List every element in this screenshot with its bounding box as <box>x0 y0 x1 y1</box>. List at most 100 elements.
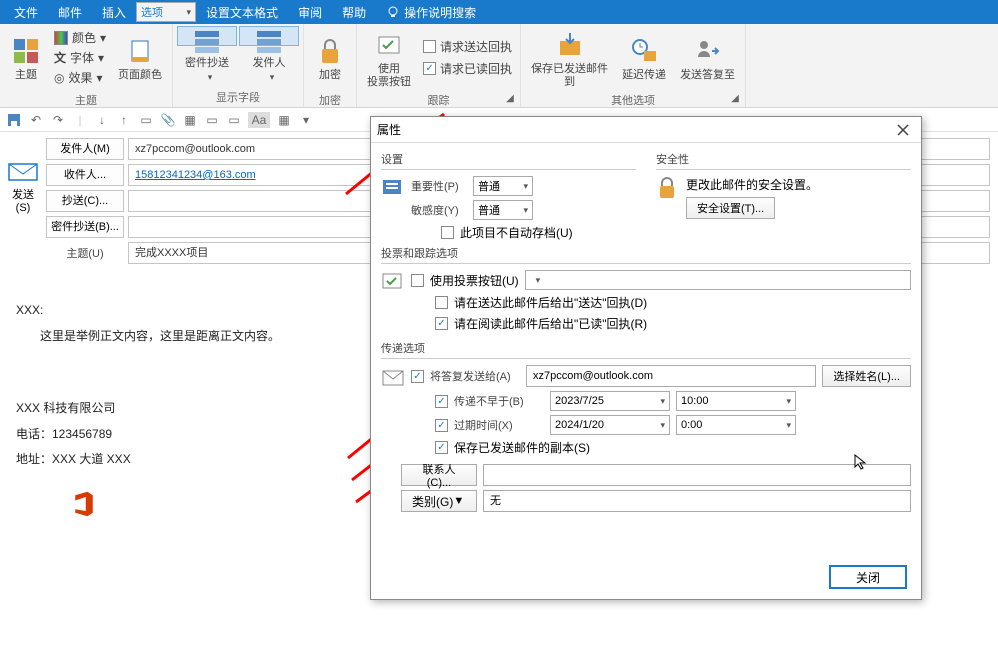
read-receipt-label: 请在阅读此邮件后给出"已读"回执(R) <box>454 315 647 332</box>
not-before-checkbox[interactable] <box>435 395 448 408</box>
dialog-close-action-button[interactable]: 关闭 <box>829 565 907 589</box>
colors-icon <box>54 31 68 45</box>
tracking-dialog-launcher[interactable]: ◢ <box>506 93 518 105</box>
group-label-show: 显示字段 <box>216 89 260 107</box>
group-label-theme: 主题 <box>75 92 97 110</box>
delay-icon <box>630 37 658 65</box>
tab-file[interactable]: 文件 <box>4 0 48 25</box>
qat-sep: | <box>72 112 88 128</box>
qat-item4[interactable]: ▭ <box>226 112 242 128</box>
delay-delivery-button[interactable]: 延迟传递 <box>616 26 672 92</box>
request-delivery-receipt[interactable]: 请求送达回执 <box>419 36 516 57</box>
reply-to-checkbox[interactable] <box>411 370 424 383</box>
select-names-button[interactable]: 选择姓名(L)... <box>822 365 911 387</box>
from-icon <box>255 27 283 55</box>
save-icon[interactable] <box>6 112 22 128</box>
tell-me-search[interactable]: 操作说明搜索 <box>376 0 486 25</box>
reply-to-input[interactable] <box>526 365 816 387</box>
close-icon <box>897 124 909 136</box>
ribbon: 主题 颜色▾ 文字体▾ ◎效果▾ 页面颜色 主题 密件抄送 发件人 <box>0 24 998 108</box>
not-before-time[interactable]: 10:00 <box>676 391 796 411</box>
expires-checkbox[interactable] <box>435 419 448 432</box>
qat-more-icon[interactable]: ▾ <box>298 112 314 128</box>
reply-to-icon <box>694 37 722 65</box>
bcc-icon <box>193 27 221 55</box>
undo-icon[interactable]: ↶ <box>28 112 44 128</box>
delivery-receipt-checkbox[interactable] <box>435 296 448 309</box>
expires-date[interactable]: 2024/1/20 <box>550 415 670 435</box>
send-button[interactable]: 发送 (S) <box>12 186 34 214</box>
tab-insert[interactable]: 插入 <box>92 0 136 25</box>
direct-replies-button[interactable]: 发送答复至 <box>674 26 741 92</box>
tab-review[interactable]: 审阅 <box>288 0 332 25</box>
voting-button[interactable]: 使用 投票按钮 <box>361 26 417 92</box>
redo-icon[interactable]: ↷ <box>50 112 66 128</box>
save-copy-label: 保存已发送邮件的副本(S) <box>454 439 590 456</box>
settings-header: 设置 <box>381 151 636 170</box>
properties-dialog: 属性 设置 重要性(P) 普通 敏感度(Y) 普通 安全性 <box>370 116 922 600</box>
themes-icon <box>12 37 40 65</box>
request-read-receipt[interactable]: 请求已读回执 <box>419 58 516 79</box>
voting-options-select[interactable] <box>525 270 911 290</box>
use-voting-label: 使用投票按钮(U) <box>430 272 519 289</box>
voting-header: 投票和跟踪选项 <box>381 245 911 264</box>
dialog-close-button[interactable] <box>891 121 915 139</box>
arrow-up-icon[interactable]: ↑ <box>116 112 132 128</box>
qat-item2[interactable]: ▦ <box>182 112 198 128</box>
bcc-field-button[interactable]: 密件抄送(B)... <box>46 216 124 238</box>
contacts-button[interactable]: 联系人(C)... <box>401 464 477 486</box>
from-field-button[interactable]: 发件人(M) <box>46 138 124 160</box>
tab-help[interactable]: 帮助 <box>332 0 376 25</box>
importance-select[interactable]: 普通 <box>473 176 533 196</box>
vote-section-icon <box>381 270 405 294</box>
effects-button[interactable]: ◎效果▾ <box>50 68 110 87</box>
tab-options[interactable]: 选项 <box>136 2 196 22</box>
lock-icon <box>318 37 342 65</box>
save-sent-button[interactable]: 保存已发送邮件 到 <box>525 26 614 92</box>
themes-button[interactable]: 主题 <box>4 26 48 92</box>
security-header: 安全性 <box>656 151 911 170</box>
tab-format[interactable]: 设置文本格式 <box>196 0 288 25</box>
cc-field-button[interactable]: 抄送(C)... <box>46 190 124 212</box>
expires-time[interactable]: 0:00 <box>676 415 796 435</box>
qat-item3[interactable]: ▭ <box>204 112 220 128</box>
group-label-encrypt: 加密 <box>319 92 341 110</box>
security-settings-button[interactable]: 安全设置(T)... <box>686 197 775 219</box>
fonts-icon: 文 <box>54 49 66 66</box>
not-before-label: 传递不早于(B) <box>454 393 544 409</box>
sensitivity-select[interactable]: 普通 <box>473 200 533 220</box>
bcc-button[interactable]: 密件抄送 <box>177 26 237 46</box>
qat-item5[interactable]: ▦ <box>276 112 292 128</box>
importance-label: 重要性(P) <box>411 178 467 194</box>
from-button[interactable]: 发件人 <box>239 26 299 46</box>
group-label-tracking: 跟踪 <box>428 92 450 110</box>
attach-icon[interactable]: 📎 <box>160 112 176 128</box>
category-button[interactable]: 类别(G) ▼ <box>401 490 477 512</box>
encrypt-button[interactable]: 加密 <box>308 26 352 92</box>
sensitivity-label: 敏感度(Y) <box>411 202 467 218</box>
dialog-title: 属性 <box>377 121 401 138</box>
use-voting-checkbox[interactable] <box>411 274 424 287</box>
read-receipt-checkbox[interactable] <box>435 317 448 330</box>
colors-button[interactable]: 颜色▾ <box>50 28 110 47</box>
save-copy-checkbox[interactable] <box>435 441 448 454</box>
lightbulb-icon <box>386 5 400 19</box>
font-highlight-icon[interactable]: Aa <box>248 112 270 128</box>
more-options-dialog-launcher[interactable]: ◢ <box>731 93 743 105</box>
not-before-date[interactable]: 2023/7/25 <box>550 391 670 411</box>
delivery-section-icon <box>381 365 405 389</box>
no-autoarchive-checkbox[interactable] <box>441 226 454 239</box>
arrow-down-icon[interactable]: ↓ <box>94 112 110 128</box>
subject-label: 主题(U) <box>46 245 124 261</box>
to-field-button[interactable]: 收件人... <box>46 164 124 186</box>
office-logo-icon <box>70 490 98 518</box>
category-value: 无 <box>483 490 911 512</box>
send-icon <box>7 160 39 184</box>
qat-item[interactable]: ▭ <box>138 112 154 128</box>
contacts-input[interactable] <box>483 464 911 486</box>
effects-icon: ◎ <box>54 71 64 85</box>
page-color-button[interactable]: 页面颜色 <box>112 26 168 92</box>
fonts-button[interactable]: 文字体▾ <box>50 48 110 67</box>
group-label-more: 其他选项 <box>611 92 655 110</box>
tab-mail[interactable]: 邮件 <box>48 0 92 25</box>
